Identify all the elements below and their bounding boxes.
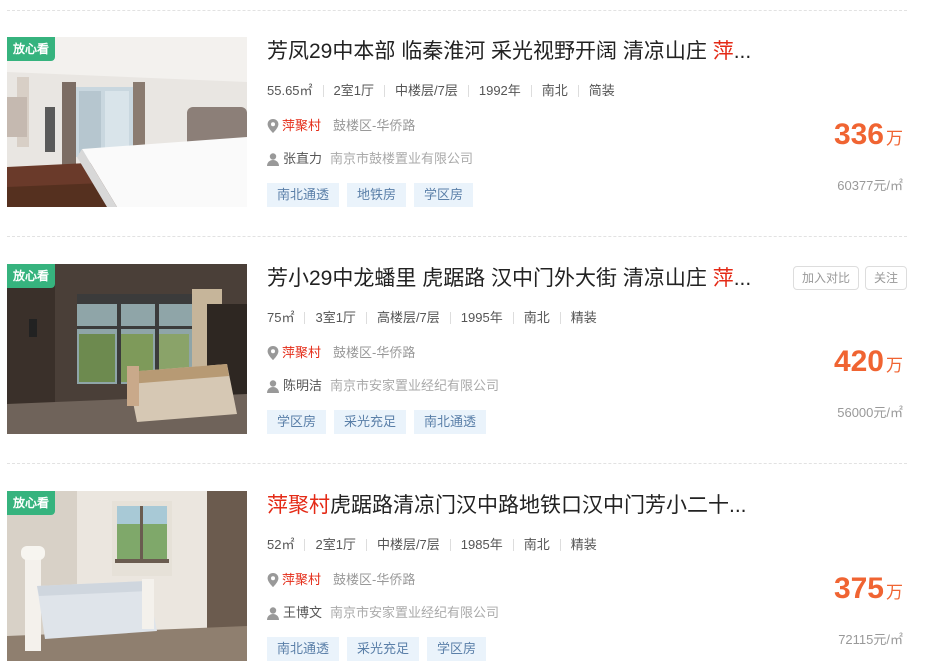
room-photo-3 [7,491,247,661]
listing-agent: 张直力 南京市鼓楼置业有限公司 [267,149,473,169]
agent-name[interactable]: 张直力 [283,149,322,169]
feature-tag: 南北通透 [267,183,340,207]
user-icon [267,379,279,393]
feature-tags: 南北通透 地铁房 学区房 [267,183,474,207]
agent-name[interactable]: 陈明洁 [283,376,322,396]
unit-price: 60377元/㎡ [837,178,903,193]
attr-year: 1985年 [460,537,503,552]
community-link[interactable]: 萍聚村 [282,116,321,136]
listing-photo[interactable]: 放心看 [7,264,247,434]
agent-name[interactable]: 王博文 [283,603,322,623]
listing-actions: 加入对比 关注 [792,266,907,290]
room-photo-2 [7,264,247,434]
unit-price: 56000元/㎡ [837,405,903,420]
user-icon [267,152,279,166]
listing-divider [7,236,907,237]
attr-year: 1992年 [478,83,521,98]
total-price: 375 万 [834,572,903,606]
title-ellipsis: ... [733,267,752,290]
attr-decoration: 精装 [570,537,597,552]
title-ellipsis: ... [729,494,747,517]
feature-tag: 学区房 [267,410,327,434]
verified-badge: 放心看 [7,491,56,515]
attr-floor: 中楼层/7层 [376,537,440,552]
attr-floor: 中楼层/7层 [395,83,458,98]
title-highlight: 萍 [712,40,734,63]
price-unit: 万 [886,583,903,602]
verified-badge: 放心看 [7,37,56,61]
price-value: 420 [833,345,884,378]
attr-decoration: 精装 [570,310,597,325]
attr-layout: 3室1厅 [315,310,356,325]
feature-tag: 采光充足 [347,637,420,661]
map-pin-icon [267,573,279,587]
user-icon [267,606,279,620]
top-divider [7,10,907,11]
price-value: 375 [833,572,884,605]
listing-location: 萍聚村 鼓楼区-华侨路 [267,116,415,136]
listing-title[interactable]: 芳小29中龙蟠里 虎踞路 汉中门外大街 清凉山庄 萍... [267,264,782,294]
district-area: 鼓楼区-华侨路 [333,572,416,587]
agent-company: 南京市鼓楼置业有限公司 [330,151,474,166]
listing-photo[interactable]: 放心看 [7,37,247,207]
follow-button[interactable]: 关注 [864,266,907,290]
price-value: 336 [833,118,884,151]
feature-tags: 学区房 采光充足 南北通透 [267,410,487,434]
title-text: 芳凤29中本部 临秦淮河 采光视野开阔 清凉山庄 [267,40,713,63]
room-photo-1 [7,37,247,207]
title-text: 芳小29中龙蟠里 虎踞路 汉中门外大街 清凉山庄 [267,267,713,290]
attr-layout: 2室1厅 [315,537,356,552]
attr-orientation: 南北 [541,83,568,98]
title-text: 虎踞路清凉门汉中路地铁口汉中门芳小二十 [330,494,729,517]
attr-floor: 高楼层/7层 [376,310,440,325]
map-pin-icon [267,346,279,360]
listing-photo[interactable]: 放心看 [7,491,247,661]
listing-location: 萍聚村 鼓楼区-华侨路 [267,343,415,363]
listing-location: 萍聚村 鼓楼区-华侨路 [267,570,415,590]
price-unit: 万 [886,129,903,148]
listing-card-1[interactable]: 放心看 芳凤29中本部 临秦淮河 采光视野开阔 清凉山庄 萍... 55.65㎡… [0,37,939,209]
title-highlight: 萍聚村 [267,494,330,517]
district-area: 鼓楼区-华侨路 [333,118,416,133]
listing-card-3[interactable]: 放心看 萍聚村虎踞路清凉门汉中路地铁口汉中门芳小二十... 52㎡ 2室1厅 中… [0,491,939,663]
feature-tags: 南北通透 采光充足 学区房 [267,637,487,661]
listing-agent: 王博文 南京市安家置业经纪有限公司 [267,603,499,623]
attr-area: 75㎡ [267,310,295,325]
feature-tag: 采光充足 [334,410,407,434]
attr-year: 1995年 [460,310,503,325]
attr-orientation: 南北 [523,537,550,552]
listing-attributes: 55.65㎡ 2室1厅 中楼层/7层 1992年 南北 简装 [267,81,615,101]
unit-price: 72115元/㎡ [838,632,903,647]
feature-tag: 南北通透 [414,410,487,434]
agent-company: 南京市安家置业经纪有限公司 [330,605,500,620]
attr-orientation: 南北 [523,310,550,325]
community-link[interactable]: 萍聚村 [282,343,321,363]
feature-tag: 学区房 [414,183,474,207]
listing-title[interactable]: 芳凤29中本部 临秦淮河 采光视野开阔 清凉山庄 萍... [267,37,782,67]
verified-badge: 放心看 [7,264,56,288]
map-pin-icon [267,119,279,133]
title-ellipsis: ... [733,40,752,63]
attr-decoration: 简装 [588,83,615,98]
feature-tag: 南北通透 [267,637,340,661]
attr-area: 55.65㎡ [267,83,313,98]
district-area: 鼓楼区-华侨路 [333,345,416,360]
total-price: 420 万 [834,345,903,379]
agent-company: 南京市安家置业经纪有限公司 [330,378,500,393]
listing-attributes: 52㎡ 2室1厅 中楼层/7层 1985年 南北 精装 [267,535,597,555]
listing-card-2[interactable]: 放心看 芳小29中龙蟠里 虎踞路 汉中门外大街 清凉山庄 萍... 加入对比 关… [0,264,939,436]
community-link[interactable]: 萍聚村 [282,570,321,590]
add-compare-button[interactable]: 加入对比 [792,266,859,290]
listing-title[interactable]: 萍聚村虎踞路清凉门汉中路地铁口汉中门芳小二十... [267,491,782,521]
feature-tag: 地铁房 [347,183,407,207]
total-price: 336 万 [834,118,903,152]
listing-attributes: 75㎡ 3室1厅 高楼层/7层 1995年 南北 精装 [267,308,597,328]
listing-divider [7,463,907,464]
title-highlight: 萍 [712,267,734,290]
listing-agent: 陈明洁 南京市安家置业经纪有限公司 [267,376,499,396]
attr-layout: 2室1厅 [333,83,375,98]
attr-area: 52㎡ [267,537,295,552]
feature-tag: 学区房 [427,637,487,661]
price-unit: 万 [886,356,903,375]
